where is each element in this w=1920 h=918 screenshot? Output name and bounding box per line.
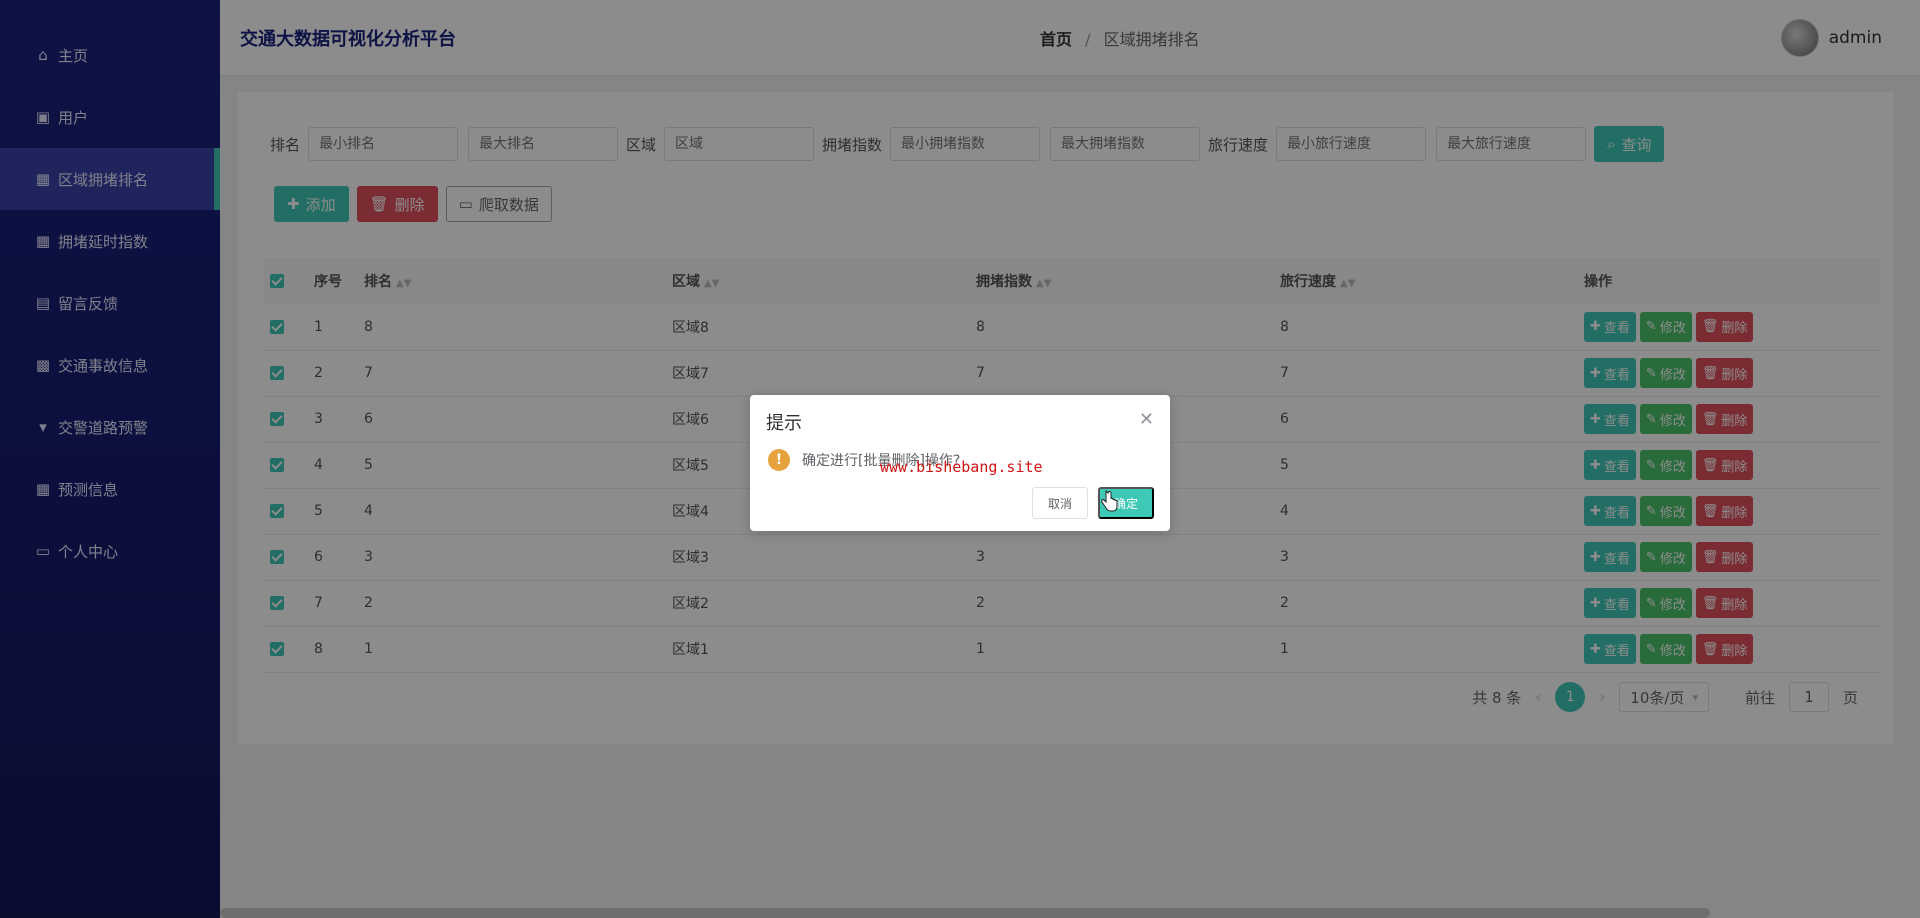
watermark: www.bishebang.site [880, 458, 1043, 476]
dialog-title: 提示 [766, 413, 802, 434]
hand-cursor-icon [1101, 490, 1118, 512]
warning-icon: ! [768, 449, 790, 471]
cancel-button[interactable]: 取消 [1032, 487, 1088, 519]
close-icon[interactable]: ✕ [1139, 409, 1154, 430]
